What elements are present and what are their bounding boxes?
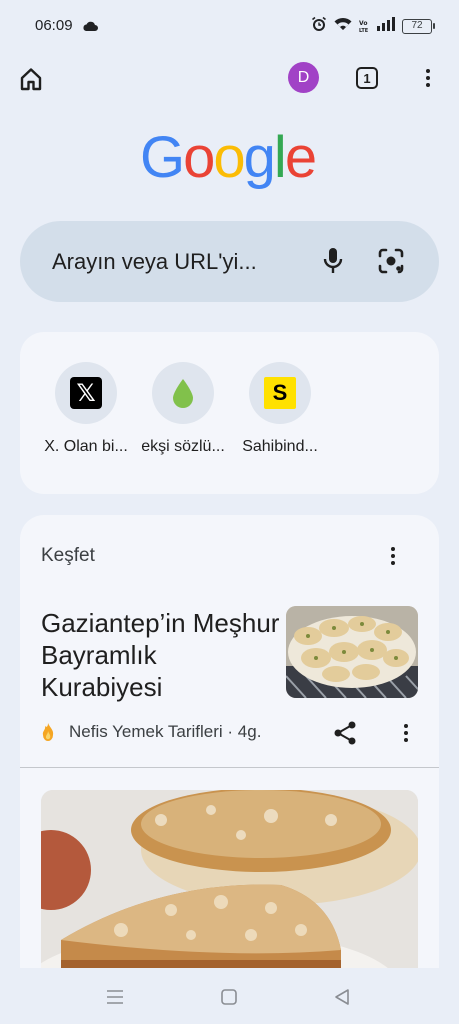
shortcut-tile[interactable]: S Sahibind...: [230, 362, 330, 456]
browser-toolbar: D 1: [0, 52, 459, 104]
article-menu-button[interactable]: [396, 721, 416, 745]
square-icon: [221, 989, 237, 1005]
status-bar: 06:09 Vo LTE 72: [0, 0, 459, 52]
battery-indicator: 72: [402, 19, 435, 34]
camera-lens-icon: [378, 248, 404, 274]
svg-text:LTE: LTE: [359, 28, 369, 33]
home-nav-button[interactable]: [216, 984, 242, 1010]
feed-divider: [20, 767, 439, 768]
back-triangle-icon: [335, 989, 349, 1005]
more-vert-icon: [391, 547, 395, 551]
home-button[interactable]: [14, 62, 48, 96]
shortcut-icon-circle: S: [249, 362, 311, 424]
article-thumbnail[interactable]: [286, 606, 418, 698]
shortcut-label: X. Olan bi...: [44, 438, 128, 455]
voice-search-button[interactable]: [317, 245, 349, 277]
article-source-row: Nefis Yemek Tarifleri · 4g.: [41, 722, 261, 742]
tab-switcher-button[interactable]: 1: [356, 67, 378, 89]
flame-icon: [42, 723, 54, 741]
home-icon: [20, 68, 42, 91]
overflow-menu-button[interactable]: [418, 64, 438, 92]
article-source: Nefis Yemek Tarifleri · 4g.: [69, 722, 262, 741]
status-time: 06:09: [35, 17, 73, 34]
recent-apps-button[interactable]: [102, 984, 128, 1010]
search-placeholder[interactable]: Arayın veya URL'yi...: [52, 249, 257, 275]
status-icons: Vo LTE 72: [311, 16, 435, 37]
wifi-icon: [334, 17, 352, 36]
signal-icon: [377, 17, 395, 36]
mic-icon: [323, 248, 343, 273]
more-vert-icon: [404, 724, 408, 728]
discover-title: Keşfet: [41, 545, 95, 566]
cookies-image: [286, 606, 418, 698]
article-image[interactable]: [41, 790, 418, 995]
alarm-icon: [311, 16, 327, 37]
share-button[interactable]: [332, 720, 358, 746]
logo-letter: G: [140, 125, 185, 190]
logo-letter: o: [183, 125, 215, 190]
discover-menu-button[interactable]: [383, 543, 403, 569]
account-avatar[interactable]: D: [288, 62, 319, 93]
cloud-icon: [82, 19, 98, 37]
menu-lines-icon: [107, 990, 123, 1004]
lens-search-button[interactable]: [375, 245, 407, 277]
logo-letter: g: [243, 125, 276, 190]
share-icon: [334, 721, 356, 745]
discover-feed: Keşfet Gaziantep’in Meşhur Bayramlık Kur…: [20, 515, 439, 995]
back-nav-button[interactable]: [329, 984, 355, 1010]
more-vert-icon: [426, 69, 430, 73]
search-box[interactable]: Arayın veya URL'yi...: [20, 221, 439, 302]
shortcut-label: ekşi sözlü...: [141, 438, 225, 455]
shortcuts-card: 𝕏 X. Olan bi... ekşi sözlü... S Sahibind…: [20, 332, 439, 494]
pie-image: [41, 790, 418, 995]
shortcut-tile[interactable]: ekşi sözlü...: [133, 362, 233, 456]
google-logo: Google: [140, 118, 317, 198]
shortcut-tile[interactable]: 𝕏 X. Olan bi...: [36, 362, 136, 456]
shortcut-icon-circle: 𝕏: [55, 362, 117, 424]
svg-text:Vo: Vo: [359, 20, 367, 27]
logo-letter: l: [273, 125, 287, 190]
x-logo-icon: 𝕏: [70, 377, 102, 409]
s-logo-icon: S: [264, 377, 296, 409]
system-nav-bar: [0, 968, 459, 1024]
article-title[interactable]: Gaziantep’in Meşhur Bayramlık Kurabiyesi: [41, 607, 281, 703]
droplet-icon: [173, 379, 193, 408]
volte-indicator: Vo LTE: [359, 19, 370, 35]
logo-letter: e: [284, 125, 317, 190]
logo-letter: o: [213, 125, 245, 190]
shortcut-label: Sahibind...: [242, 438, 318, 455]
shortcut-icon-circle: [152, 362, 214, 424]
